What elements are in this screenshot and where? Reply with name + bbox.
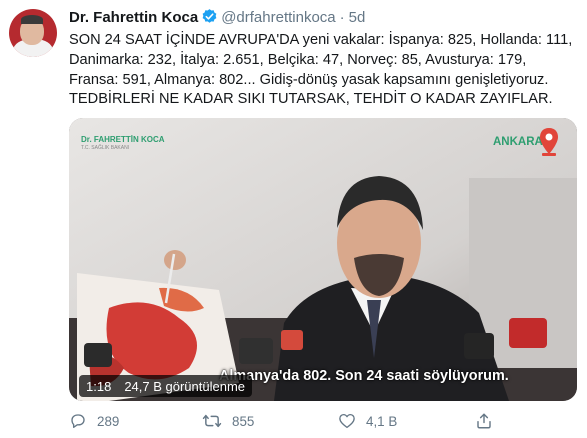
tweet-card[interactable]: Dr. Fahrettin Koca @drfahrettinkoca · 5d SO… [0, 0, 587, 438]
author-handle[interactable]: @drfahrettinkoca [221, 9, 335, 26]
video-views: 24,7 B görüntülenme [124, 378, 246, 394]
location-pin-icon [539, 127, 559, 157]
tweet-timestamp[interactable]: 5d [349, 9, 366, 26]
video-frame-illustration [69, 118, 577, 401]
tweet-text: SON 24 SAAT İÇİNDE AVRUPA'DA yeni vakala… [69, 32, 573, 108]
author-name[interactable]: Dr. Fahrettin Koca [69, 9, 198, 26]
heart-icon [339, 413, 355, 429]
reply-count: 289 [97, 413, 120, 429]
video-meta: 1:18 24,7 B görüntülenme [79, 375, 253, 397]
location-label: ANKARA [493, 136, 543, 148]
reply-icon [71, 414, 85, 428]
channel-logo: Dr. FAHRETTİN KOCA T.C. SAĞLIK BAKANI [81, 135, 165, 151]
retweet-button[interactable]: 855 [202, 412, 254, 430]
share-icon [477, 413, 491, 429]
reply-button[interactable]: 289 [69, 412, 119, 430]
video-player[interactable]: Dr. FAHRETTİN KOCA T.C. SAĞLIK BAKANI AN… [69, 118, 577, 401]
share-button[interactable] [475, 412, 503, 430]
tweet-header: Dr. Fahrettin Koca @drfahrettinkoca · 5d [69, 8, 365, 31]
video-duration: 1:18 [86, 378, 112, 394]
video-caption: Almanya'da 802. Son 24 saati söylüyorum. [219, 368, 509, 384]
retweet-icon [202, 414, 222, 428]
tweet-actions: 289 855 4,1 B [69, 412, 569, 434]
verified-badge-icon [201, 8, 218, 31]
author-avatar[interactable] [9, 9, 57, 57]
like-count: 4,1 B [366, 413, 398, 429]
retweet-count: 855 [232, 413, 255, 429]
separator-dot: · [339, 9, 345, 26]
like-button[interactable]: 4,1 B [338, 412, 397, 430]
